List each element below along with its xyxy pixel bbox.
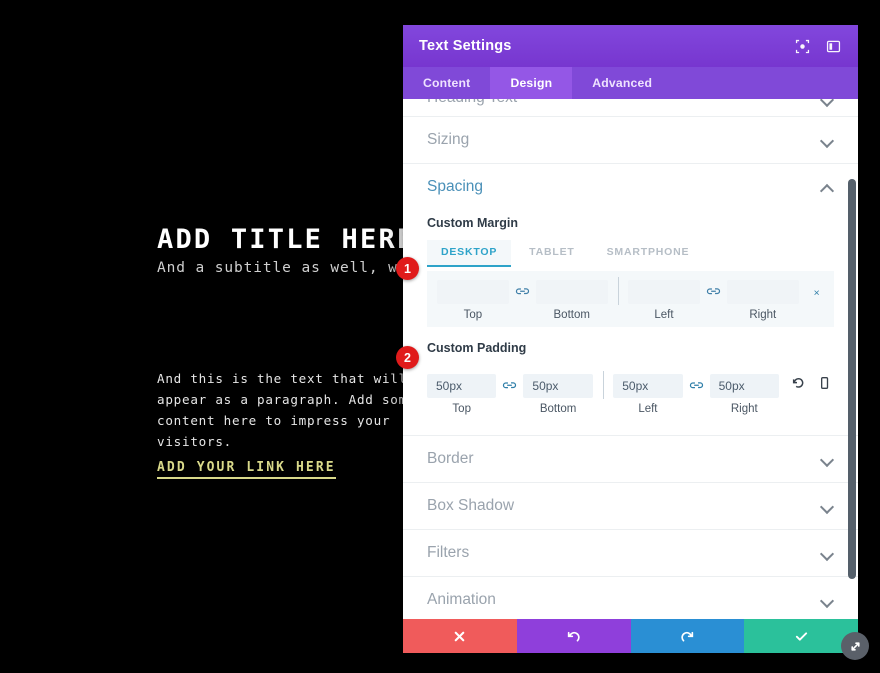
cancel-button[interactable] bbox=[403, 619, 517, 653]
panel-resize-handle[interactable] bbox=[841, 632, 869, 660]
margin-bottom-cell: Bottom bbox=[535, 279, 608, 321]
padding-bottom-input[interactable] bbox=[523, 373, 593, 398]
section-animation-header[interactable]: Animation bbox=[427, 577, 834, 619]
section-box-shadow[interactable]: Box Shadow bbox=[403, 483, 858, 530]
chevron-down-icon bbox=[821, 136, 834, 144]
preview-link[interactable]: ADD YOUR LINK HERE bbox=[157, 460, 336, 479]
focus-target-icon[interactable] bbox=[794, 38, 811, 55]
link-values-icon[interactable] bbox=[688, 378, 705, 392]
panel-body: Heading Text Sizing Spacing Custom Margi… bbox=[403, 99, 858, 619]
margin-left-caption: Left bbox=[654, 308, 674, 321]
section-spacing-label: Spacing bbox=[427, 178, 484, 195]
margin-right-caption: Right bbox=[749, 308, 777, 321]
chevron-down-icon bbox=[821, 455, 834, 463]
margin-right-cell: Right bbox=[726, 279, 799, 321]
link-values-icon[interactable] bbox=[501, 378, 518, 392]
redo-button[interactable] bbox=[630, 619, 745, 653]
padding-left-input[interactable] bbox=[613, 373, 683, 398]
section-heading-text-label: Heading Text bbox=[427, 99, 517, 107]
tab-design[interactable]: Design bbox=[490, 67, 573, 99]
margin-right-input[interactable] bbox=[726, 279, 799, 304]
section-animation-label: Animation bbox=[427, 591, 496, 608]
text-settings-panel: Text Settings Content Design Advanced Si… bbox=[403, 25, 858, 653]
panel-scrollbar[interactable] bbox=[848, 179, 856, 579]
undo-button[interactable] bbox=[516, 619, 631, 653]
link-values-icon[interactable] bbox=[514, 284, 531, 298]
annotation-badge-2: 2 bbox=[396, 346, 419, 369]
margin-top-cell: Top bbox=[437, 279, 509, 321]
margin-left-right-group: Left Right bbox=[628, 279, 799, 321]
padding-left-cell: Left bbox=[613, 373, 683, 415]
panel-header: Text Settings bbox=[403, 25, 858, 67]
reset-icon[interactable] bbox=[791, 375, 806, 396]
custom-margin-row: Top Bottom Left Right bbox=[427, 271, 834, 327]
padding-left-caption: Left bbox=[638, 402, 658, 415]
chevron-down-icon bbox=[821, 596, 834, 604]
margin-bottom-caption: Bottom bbox=[553, 308, 590, 321]
section-border[interactable]: Border bbox=[403, 436, 858, 483]
responsive-device-icon[interactable] bbox=[817, 375, 832, 396]
panel-tabs: Content Design Advanced bbox=[403, 67, 858, 99]
annotation-badge-1: 1 bbox=[396, 257, 419, 280]
margin-bottom-input[interactable] bbox=[535, 279, 608, 304]
padding-right-caption: Right bbox=[730, 402, 758, 415]
section-filters-label: Filters bbox=[427, 544, 470, 561]
chevron-down-icon bbox=[821, 99, 834, 103]
custom-margin-label: Custom Margin bbox=[427, 216, 518, 230]
link-values-icon[interactable] bbox=[705, 284, 722, 298]
tab-content[interactable]: Content bbox=[403, 67, 490, 99]
chevron-down-icon bbox=[821, 502, 834, 510]
section-animation[interactable]: Animation bbox=[403, 577, 858, 619]
device-tab-smartphone[interactable]: SMARTPHONE bbox=[593, 240, 704, 267]
padding-bottom-cell: Bottom bbox=[523, 373, 593, 415]
padding-actions bbox=[791, 375, 832, 396]
custom-padding-row: Top Bottom bbox=[427, 365, 834, 421]
margin-top-caption: Top bbox=[463, 308, 483, 321]
chevron-up-icon bbox=[821, 183, 834, 191]
margin-left-input[interactable] bbox=[628, 279, 700, 304]
custom-padding-label: Custom Padding bbox=[427, 341, 527, 355]
section-sizing[interactable]: Sizing bbox=[403, 117, 858, 164]
screen: ADD TITLE HERE And a subtitle as well, w… bbox=[0, 0, 880, 673]
tab-advanced[interactable]: Advanced bbox=[572, 67, 672, 99]
padding-right-input[interactable] bbox=[709, 373, 779, 398]
section-sizing-header[interactable]: Sizing bbox=[427, 117, 834, 163]
padding-top-input[interactable] bbox=[427, 373, 497, 398]
padding-top-cell: Top bbox=[427, 373, 497, 415]
margin-top-bottom-group: Top Bottom bbox=[437, 279, 608, 321]
section-border-label: Border bbox=[427, 450, 474, 467]
panel-header-actions bbox=[794, 38, 842, 55]
device-tab-tablet[interactable]: TABLET bbox=[515, 240, 588, 267]
section-box-shadow-header[interactable]: Box Shadow bbox=[427, 483, 834, 529]
layout-panel-icon[interactable] bbox=[825, 38, 842, 55]
section-spacing: Spacing Custom Margin DESKTOP TABLET SMA… bbox=[403, 164, 858, 436]
section-filters-header[interactable]: Filters bbox=[427, 530, 834, 576]
padding-left-right-group: Left Right bbox=[613, 373, 779, 415]
margin-device-tabs: DESKTOP TABLET SMARTPHONE bbox=[427, 240, 834, 267]
panel-action-bar bbox=[403, 619, 858, 653]
close-icon[interactable] bbox=[813, 283, 820, 299]
section-spacing-header[interactable]: Spacing bbox=[427, 164, 834, 210]
margin-top-input[interactable] bbox=[437, 279, 509, 304]
section-heading-text[interactable]: Heading Text bbox=[403, 99, 858, 117]
chevron-down-icon bbox=[821, 549, 834, 557]
padding-right-cell: Right bbox=[709, 373, 779, 415]
preview-title: ADD TITLE HERE bbox=[157, 224, 416, 255]
section-filters[interactable]: Filters bbox=[403, 530, 858, 577]
padding-bottom-caption: Bottom bbox=[539, 402, 577, 415]
section-border-header[interactable]: Border bbox=[427, 436, 834, 482]
section-box-shadow-label: Box Shadow bbox=[427, 497, 515, 514]
padding-top-caption: Top bbox=[452, 402, 471, 415]
panel-title: Text Settings bbox=[419, 38, 512, 54]
device-tab-desktop[interactable]: DESKTOP bbox=[427, 240, 512, 267]
padding-top-bottom-group: Top Bottom bbox=[427, 373, 593, 415]
section-sizing-label: Sizing bbox=[427, 131, 470, 148]
margin-left-cell: Left bbox=[628, 279, 700, 321]
